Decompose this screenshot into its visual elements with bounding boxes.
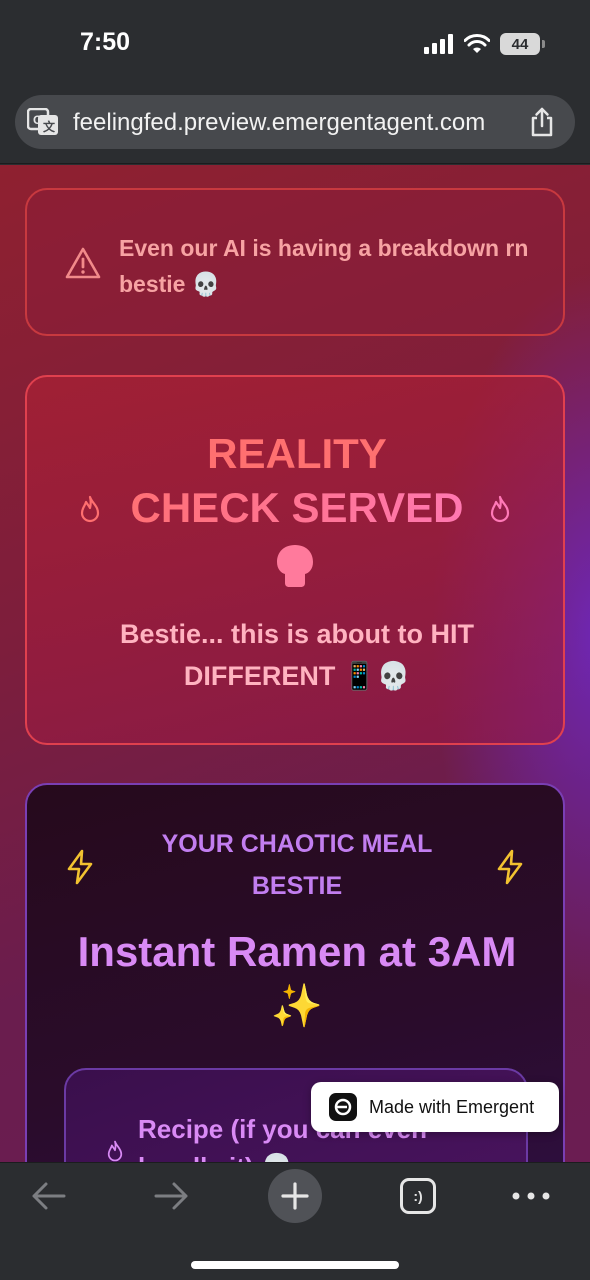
more-icon <box>512 1192 550 1200</box>
status-icons: 44 <box>424 32 545 56</box>
badge-text: Made with Emergent <box>369 1096 535 1117</box>
reality-title-line1: REALITY <box>207 430 387 477</box>
lightning-icon <box>67 849 93 885</box>
warning-icon <box>65 247 101 279</box>
alert-message: Even our AI is having a breakdown rn bes… <box>119 235 529 297</box>
signal-icon <box>424 34 453 54</box>
reality-subtitle: Bestie... this is about to HIT DIFFERENT… <box>119 619 475 691</box>
svg-text:文: 文 <box>43 119 56 134</box>
more-button[interactable] <box>508 1171 554 1221</box>
home-indicator[interactable] <box>191 1261 399 1269</box>
wifi-icon <box>464 34 490 53</box>
status-bar: 7:50 44 <box>0 0 590 88</box>
meal-label: YOUR CHAOTIC MEAL BESTIE <box>161 830 433 900</box>
tabs-button[interactable]: :) <box>396 1171 440 1221</box>
reality-check-card: REALITY CHECK SERVED Bestie... this is a… <box>25 375 565 745</box>
skull-icon <box>277 545 313 587</box>
forward-button[interactable] <box>150 1171 194 1221</box>
new-tab-button[interactable] <box>268 1169 322 1223</box>
plus-icon <box>281 1182 309 1210</box>
emergent-logo-icon <box>329 1093 357 1121</box>
share-icon[interactable] <box>529 107 555 137</box>
lightning-icon <box>497 849 523 885</box>
address-bar[interactable]: G 文 feelingfed.preview.emergentagent.com <box>15 95 575 149</box>
browser-toolbar: :) <box>0 1162 590 1280</box>
reality-title: REALITY CHECK SERVED <box>97 427 497 535</box>
reality-title-line2: CHECK SERVED <box>97 481 497 535</box>
battery-icon: 44 <box>500 33 545 55</box>
url-text[interactable]: feelingfed.preview.emergentagent.com <box>73 109 485 137</box>
svg-text:G: G <box>33 113 42 127</box>
error-alert: Even our AI is having a breakdown rn bes… <box>25 188 565 336</box>
browser-address-area: G 文 feelingfed.preview.emergentagent.com <box>0 88 590 164</box>
forward-arrow-icon <box>154 1182 188 1210</box>
flame-icon <box>107 1140 123 1162</box>
meal-title: Instant Ramen at 3AM ✨ <box>77 928 517 1029</box>
made-with-emergent-badge[interactable]: Made with Emergent <box>311 1082 559 1132</box>
tabs-icon: :) <box>400 1178 436 1214</box>
back-button[interactable] <box>26 1171 70 1221</box>
status-time: 7:50 <box>80 28 131 56</box>
translate-icon[interactable]: G 文 <box>27 108 59 136</box>
back-arrow-icon <box>32 1182 66 1210</box>
web-page: Even our AI is having a breakdown rn bes… <box>0 165 590 1162</box>
